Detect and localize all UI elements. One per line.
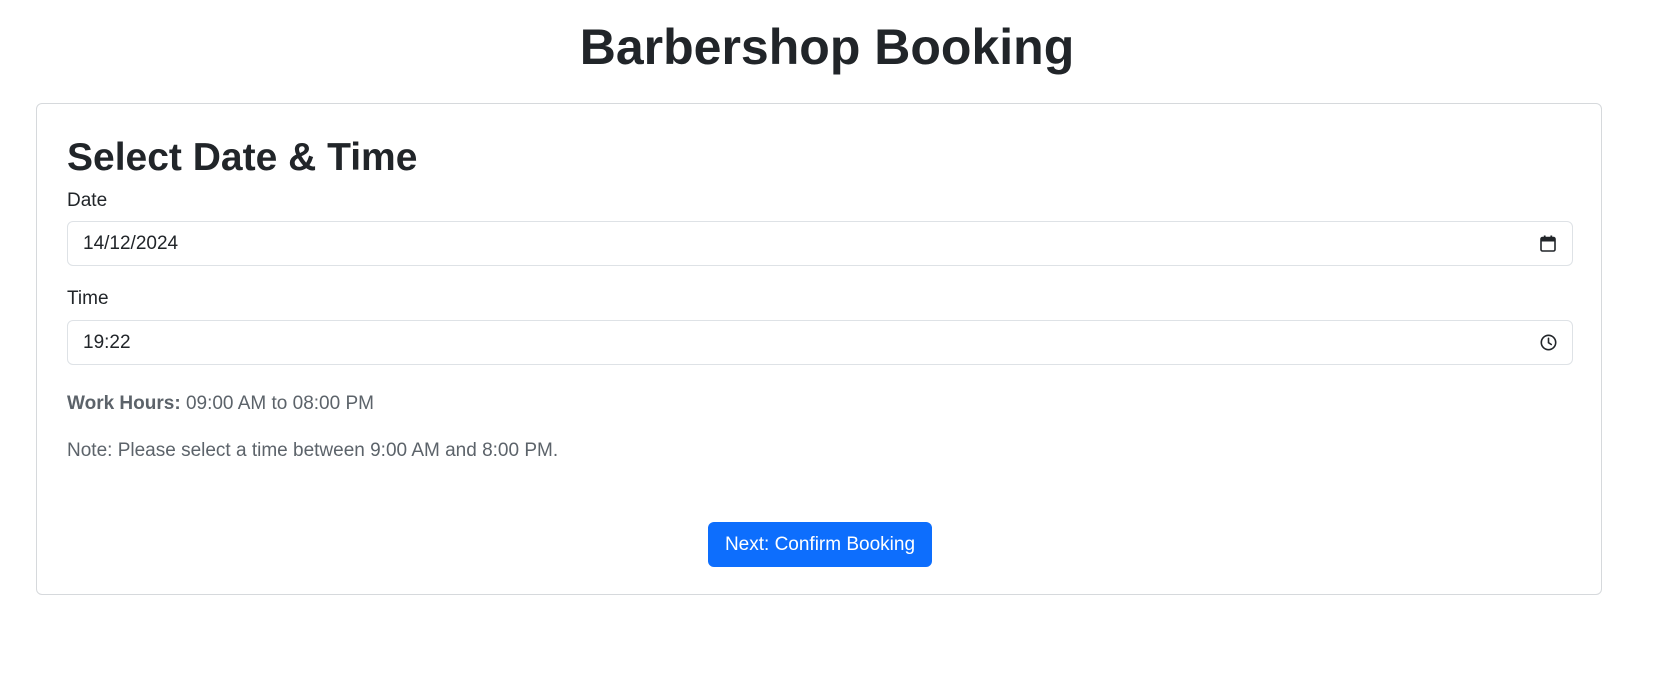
date-input-value[interactable]: 14/12/2024	[83, 231, 1538, 257]
date-label: Date	[67, 190, 108, 211]
time-input-value[interactable]: 19:22	[83, 330, 1538, 356]
booking-card: Select Date & Time Date 14/12/2024 Time …	[36, 103, 1602, 595]
work-hours-value: 09:00 AM to 08:00 PM	[185, 393, 374, 414]
clock-icon[interactable]	[1538, 333, 1558, 353]
date-input[interactable]: 14/12/2024	[67, 221, 1573, 266]
next-confirm-booking-button[interactable]: Next: Confirm Booking	[708, 522, 932, 567]
time-note: Note: Please select a time between 9:00 …	[67, 440, 559, 461]
time-label: Time	[67, 288, 109, 309]
calendar-icon[interactable]	[1538, 234, 1558, 254]
page-title: Barbershop Booking	[579, 19, 1075, 75]
work-hours: Work Hours: 09:00 AM to 08:00 PM	[67, 391, 374, 417]
time-input[interactable]: 19:22	[67, 320, 1573, 365]
work-hours-label: Work Hours:	[67, 393, 181, 414]
section-title: Select Date & Time	[67, 136, 418, 179]
